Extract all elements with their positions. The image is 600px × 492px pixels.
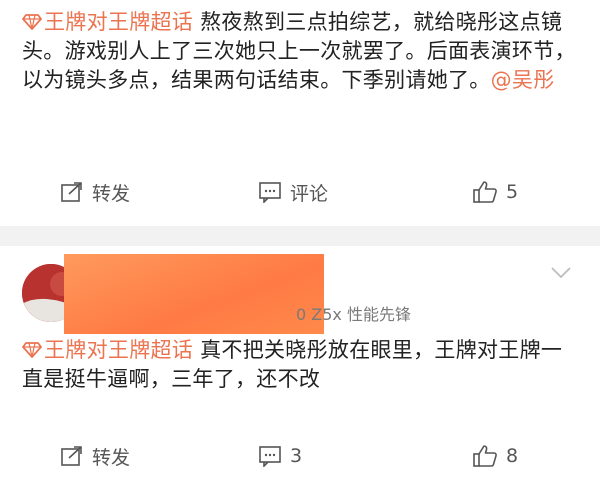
thumbs-up-icon (473, 181, 497, 203)
repost-icon (61, 182, 82, 202)
like-button[interactable]: 5 (472, 172, 518, 212)
comment-icon (259, 446, 281, 467)
diamond-topic-icon (22, 342, 42, 358)
comment-icon (259, 182, 281, 203)
post-text: 王牌对王牌超话 熬夜熬到三点拍综艺，就给晓彤这点镜头。游戏别人上了三次她只上一次… (22, 8, 582, 95)
topic-label: 王牌对王牌超话 (44, 338, 194, 362)
like-button[interactable]: 8 (472, 436, 518, 476)
device-source: 0 Z5x 性能先锋 (296, 305, 411, 324)
post-card: 王牌对王牌超话 熬夜熬到三点拍综艺，就给晓彤这点镜头。游戏别人上了三次她只上一次… (0, 0, 600, 226)
action-bar: 转发 3 8 (0, 436, 600, 476)
action-bar: 转发 评论 5 (0, 172, 600, 212)
repost-label: 转发 (92, 446, 131, 469)
repost-button[interactable]: 转发 (60, 436, 130, 476)
comment-button[interactable]: 评论 (258, 172, 328, 212)
thumbs-up-icon (473, 445, 497, 467)
topic-label: 王牌对王牌超话 (44, 10, 194, 34)
repost-label: 转发 (92, 182, 131, 205)
mention-link[interactable]: @吴彤 (491, 68, 555, 92)
post-text: 王牌对王牌超话 真不把关晓彤放在眼里，王牌对王牌一直是挺牛逼啊，三年了，还不改 (22, 336, 582, 394)
topic-link[interactable]: 王牌对王牌超话 (22, 338, 193, 362)
repost-button[interactable]: 转发 (60, 172, 130, 212)
comment-count: 3 (290, 445, 303, 467)
post-card: 0 Z5x 性能先锋 王牌对王牌超话 真不把关晓彤放在眼里，王牌对王牌一直是挺牛… (0, 246, 600, 492)
repost-icon (61, 446, 82, 466)
diamond-topic-icon (22, 14, 42, 30)
post-separator (0, 226, 600, 246)
topic-link[interactable]: 王牌对王牌超话 (22, 10, 193, 34)
like-count: 8 (506, 445, 519, 467)
comment-label: 评论 (290, 182, 329, 205)
redaction-overlay (64, 254, 324, 334)
comment-button[interactable]: 3 (258, 436, 302, 476)
chevron-down-icon[interactable] (550, 266, 572, 280)
like-count: 5 (506, 181, 519, 203)
